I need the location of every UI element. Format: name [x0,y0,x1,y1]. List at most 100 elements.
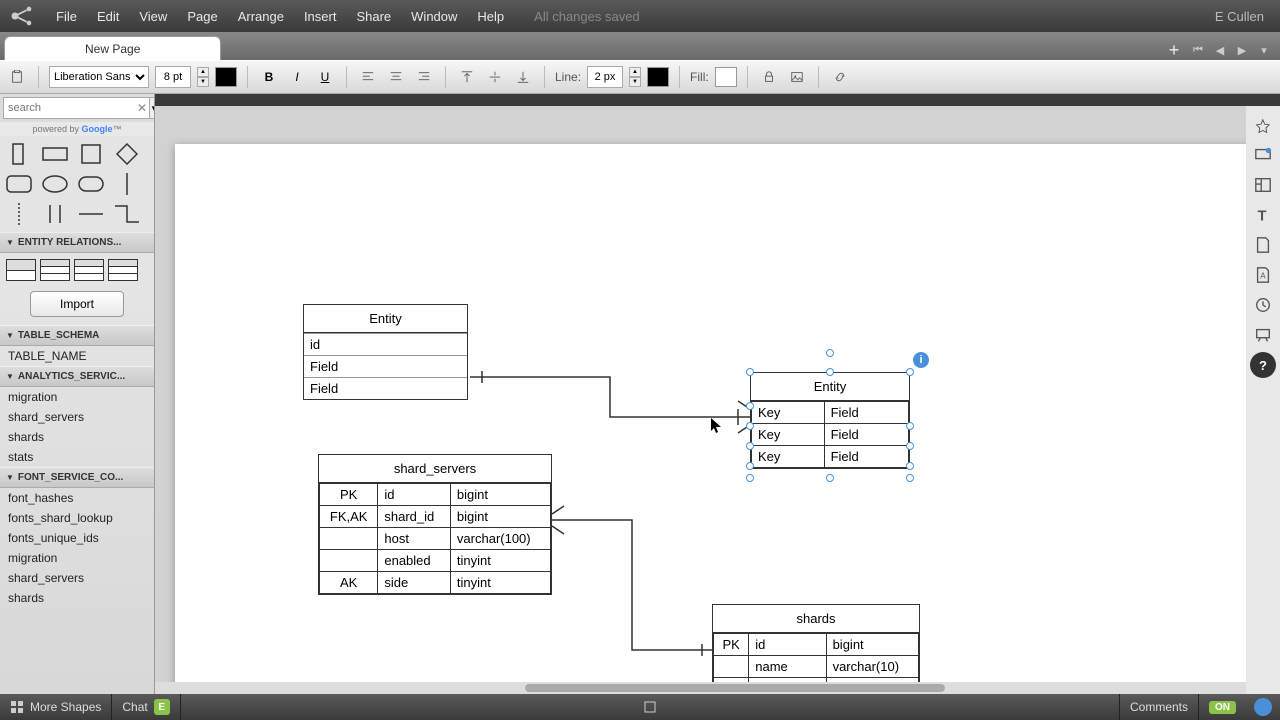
scrollbar-thumb[interactable] [525,684,945,692]
text-color-swatch[interactable] [215,67,237,87]
valign-middle-icon[interactable] [484,66,506,88]
underline-button[interactable]: U [314,66,336,88]
selection-handle[interactable] [746,442,754,450]
shape-square[interactable] [76,142,106,166]
canvas[interactable]: Entity id Field Field Entity KeyField Ke… [155,94,1246,694]
tab-new-page[interactable]: New Page [4,36,221,60]
font-size-input[interactable] [155,66,191,88]
fill-color-swatch[interactable] [715,67,737,87]
selection-handle[interactable] [746,368,754,376]
menu-page[interactable]: Page [177,9,227,24]
lock-icon[interactable] [758,66,780,88]
line-width-spinner[interactable]: ▲▼ [629,67,641,87]
line-width-input[interactable] [587,66,623,88]
tree-table-name[interactable]: TABLE_NAME [0,346,154,366]
menu-share[interactable]: Share [346,9,401,24]
comments-button[interactable]: Comments [1120,694,1198,720]
tree-shards-2[interactable]: shards [0,588,154,608]
align-center-icon[interactable] [385,66,407,88]
image-icon[interactable] [786,66,808,88]
table-shards[interactable]: shards PKidbigint namevarchar(10) databa… [712,604,920,694]
tree-fonts-unique-ids[interactable]: fonts_unique_ids [0,528,154,548]
presence-toggle[interactable]: ON [1199,694,1246,720]
section-entity-relations[interactable]: ▼ENTITY RELATIONS... [0,232,154,253]
er-shape-2[interactable] [40,259,70,281]
theme-icon[interactable]: A [1250,262,1276,288]
tab-next-icon[interactable]: ▶ [1234,42,1250,58]
page-icon[interactable] [1250,232,1276,258]
shape-pill[interactable] [76,172,106,196]
tree-shards[interactable]: shards [0,427,154,447]
entity-box-1[interactable]: Entity id Field Field [303,304,468,400]
layout-icon[interactable] [1250,172,1276,198]
selection-handle[interactable] [826,474,834,482]
user-name[interactable]: E Cullen [1215,9,1272,24]
menu-edit[interactable]: Edit [87,9,129,24]
tab-first-icon[interactable]: ⏮ [1190,42,1206,58]
shape-hrect[interactable] [40,142,70,166]
navigator-icon[interactable] [1250,112,1276,138]
er-shape-3[interactable] [74,259,104,281]
table-shard-servers[interactable]: shard_servers PKidbigint FK,AKshard_idbi… [318,454,552,595]
present-icon[interactable] [1250,142,1276,168]
tree-font-hashes[interactable]: font_hashes [0,488,154,508]
chat-button[interactable]: Chat E [112,694,179,720]
tree-stats[interactable]: stats [0,447,154,467]
section-table-schema[interactable]: ▼TABLE_SCHEMA [0,325,154,346]
tree-shard-servers-2[interactable]: shard_servers [0,568,154,588]
import-button[interactable]: Import [30,291,124,317]
info-badge-icon[interactable]: i [913,352,929,368]
line-color-swatch[interactable] [647,67,669,87]
search-input[interactable] [3,97,155,119]
tree-migration-2[interactable]: migration [0,548,154,568]
bold-button[interactable]: B [258,66,280,88]
link-icon[interactable] [829,66,851,88]
entity-box-2[interactable]: Entity KeyField KeyField KeyField [750,372,910,469]
selection-handle[interactable] [906,422,914,430]
tab-prev-icon[interactable]: ◀ [1212,42,1228,58]
add-tab-button[interactable]: + [1164,40,1184,60]
menu-view[interactable]: View [129,9,177,24]
selection-handle[interactable] [906,442,914,450]
selection-handle[interactable] [746,422,754,430]
text-icon[interactable]: T [1250,202,1276,228]
font-size-spinner[interactable]: ▲▼ [197,67,209,87]
shape-line-v2[interactable] [4,202,34,226]
shape-ellipse[interactable] [40,172,70,196]
shape-bracket[interactable] [40,202,70,226]
selection-handle[interactable] [746,402,754,410]
tree-migration[interactable]: migration [0,387,154,407]
selection-handle[interactable] [906,474,914,482]
shape-connector[interactable] [76,202,106,226]
horizontal-scrollbar[interactable] [155,682,1246,694]
shape-roundrect[interactable] [4,172,34,196]
section-analytics[interactable]: ▼ANALYTICS_SERVIC... [0,366,154,387]
help-icon[interactable]: ? [1250,352,1276,378]
shape-elbow[interactable] [112,202,142,226]
font-family-select[interactable]: Liberation Sans [49,66,149,88]
menu-window[interactable]: Window [401,9,467,24]
menu-file[interactable]: File [46,9,87,24]
rotate-handle[interactable] [826,349,834,357]
selection-handle[interactable] [906,368,914,376]
page-paper[interactable]: Entity id Field Field Entity KeyField Ke… [175,144,1246,694]
align-right-icon[interactable] [413,66,435,88]
valign-top-icon[interactable] [456,66,478,88]
shape-line-v[interactable] [112,172,142,196]
tree-shard-servers[interactable]: shard_servers [0,407,154,427]
align-left-icon[interactable] [357,66,379,88]
presentation-icon[interactable] [1250,322,1276,348]
menu-help[interactable]: Help [467,9,514,24]
shape-vrect[interactable] [4,142,34,166]
shape-diamond[interactable] [112,142,142,166]
valign-bottom-icon[interactable] [512,66,534,88]
selection-handle[interactable] [826,368,834,376]
history-icon[interactable] [1250,292,1276,318]
app-logo-icon[interactable] [8,2,36,30]
more-shapes-button[interactable]: More Shapes [0,694,111,720]
er-shape-4[interactable] [108,259,138,281]
er-shape-1[interactable] [6,259,36,281]
maximize-icon[interactable] [634,694,666,720]
user-avatar[interactable] [1254,698,1272,716]
search-clear-icon[interactable]: ✕ [137,100,147,116]
